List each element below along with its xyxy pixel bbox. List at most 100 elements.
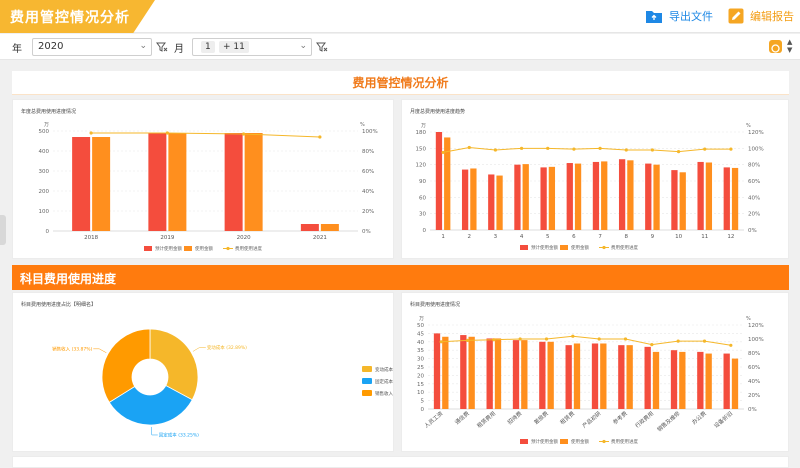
legend-label: 变动成本 [375, 366, 393, 373]
bar-actual [574, 163, 582, 230]
progress-point [572, 147, 576, 151]
legend-label: 使用金额 [195, 245, 213, 252]
subject-chart-card: 科目费用使用进度情况 万% 0 5 10 15 20 25 30 35 40 45 50 0% 20% 40… [401, 292, 789, 452]
bar-planned [565, 345, 572, 409]
legend-swatch [144, 246, 152, 251]
x-tick-label: 租赁费 [558, 409, 576, 426]
progress-point [703, 147, 707, 151]
bar-planned [566, 163, 573, 230]
y2-tick-label: 120% [748, 130, 764, 136]
y-tick-label: 150 [416, 146, 427, 152]
y2-tick-label: 80% [748, 351, 760, 357]
bar-actual [627, 160, 634, 230]
bar-planned [433, 333, 441, 409]
x-tick-label: 6 [572, 234, 576, 240]
y2-tick-label: 0% [362, 229, 371, 235]
refresh-icon [771, 44, 780, 53]
pie-slice-label: 销售收入 (33.87%) [52, 345, 92, 352]
x-tick-label: 7 [598, 234, 602, 240]
progress-point [519, 146, 524, 150]
export-label: 导出文件 [669, 10, 713, 23]
bar-actual [652, 351, 660, 409]
y-tick-label: 5 [421, 399, 425, 405]
y-tick-label: 50 [417, 323, 424, 329]
section-banner: 科目费用使用进度 [12, 265, 789, 290]
legend-label: 费用使用进度 [611, 438, 638, 445]
bar-planned [671, 170, 678, 230]
bar-actual [468, 336, 475, 409]
y-tick-label: 60 [419, 195, 426, 201]
y2-tick-label: 100% [748, 337, 764, 343]
x-tick-label: 5 [546, 234, 550, 240]
bar-actual [653, 164, 660, 230]
progress-line [91, 132, 320, 138]
x-tick-label: 通信费 [453, 409, 471, 426]
year-select[interactable]: 2020 ⌄ [32, 38, 152, 56]
legend-swatch [362, 390, 372, 396]
progress-point [676, 150, 681, 154]
progress-point [165, 131, 169, 135]
x-tick-label: 2019 [160, 235, 174, 241]
panel-title: 费用管控情况分析 [352, 76, 449, 90]
collapse-toggle-icon[interactable]: ▲ ▼ [787, 38, 792, 54]
bar-actual [705, 162, 713, 230]
y-tick-label: 10 [417, 390, 424, 396]
progress-point [242, 132, 246, 136]
progress-point [598, 146, 602, 150]
y2-tick-label: 80% [362, 149, 374, 155]
legend-swatch [560, 439, 568, 444]
y-tick-label: 200 [39, 189, 50, 195]
bar-actual [679, 172, 686, 230]
y-tick-label: 0 [423, 228, 427, 234]
progress-point [729, 147, 733, 151]
bar-actual [601, 161, 608, 230]
export-button[interactable]: 导出文件 [645, 6, 713, 26]
y2-axis-unit: % [746, 316, 751, 322]
y-tick-label: 40 [417, 340, 424, 346]
y-tick-label: 25 [417, 365, 424, 371]
progress-point [650, 343, 654, 347]
bar-planned [224, 133, 243, 231]
month-select[interactable]: 1 + 11 ⌄ [192, 38, 312, 56]
clear-filter-icon[interactable] [156, 41, 168, 53]
bar-planned [591, 343, 599, 409]
next-panel-edge [12, 456, 789, 468]
pie-leader-line [151, 426, 158, 436]
bar-actual [92, 137, 111, 231]
progress-point [493, 148, 498, 152]
legend-label: 费用使用进度 [235, 245, 262, 252]
bar-planned [148, 133, 167, 231]
y2-tick-label: 80% [748, 163, 760, 169]
month-chip: 1 [201, 41, 215, 53]
bar-actual [244, 133, 263, 231]
edit-report-button[interactable]: 编辑报告 [728, 6, 794, 26]
bar-planned [460, 335, 467, 409]
y-tick-label: 90 [419, 179, 426, 185]
y2-tick-label: 20% [748, 212, 760, 218]
month-more-chip: + 11 [219, 41, 249, 53]
year-value: 2020 [38, 41, 64, 52]
clear-filter-icon[interactable] [316, 41, 328, 53]
bar-actual [731, 358, 739, 409]
legend-label: 预计使用金额 [531, 438, 558, 445]
progress-point [467, 145, 471, 150]
pie-slice-label: 固定成本 (33.25%) [159, 431, 199, 438]
bar-actual [496, 175, 503, 230]
x-tick-label: 2018 [84, 235, 98, 241]
refresh-button[interactable] [769, 40, 782, 53]
chevron-down-icon: ⌄ [299, 41, 307, 51]
y-tick-label: 30 [417, 357, 424, 363]
pie-chart-card: 科目费用使用进度占比【明细名】 变动成本 (32.89%) 固定成本 (33.25… [12, 292, 394, 452]
progress-line [441, 335, 731, 346]
y2-tick-label: 40% [362, 189, 374, 195]
sidebar-toggle-handle[interactable] [0, 215, 6, 245]
legend-swatch [226, 246, 230, 251]
page-title: 费用管控情况分析 [10, 10, 130, 26]
bar-planned [514, 164, 521, 230]
month-label: 月 [174, 44, 184, 55]
x-tick-label: 2 [468, 234, 472, 240]
y2-tick-label: 0% [748, 228, 757, 234]
edit-report-label: 编辑报告 [750, 10, 794, 23]
pie-leader-line [192, 347, 206, 352]
monthly-chart: 万 % 0 30 60 90 120 150 180 0% 20% 40% 60% 80% 100% 120%… [416, 123, 764, 251]
